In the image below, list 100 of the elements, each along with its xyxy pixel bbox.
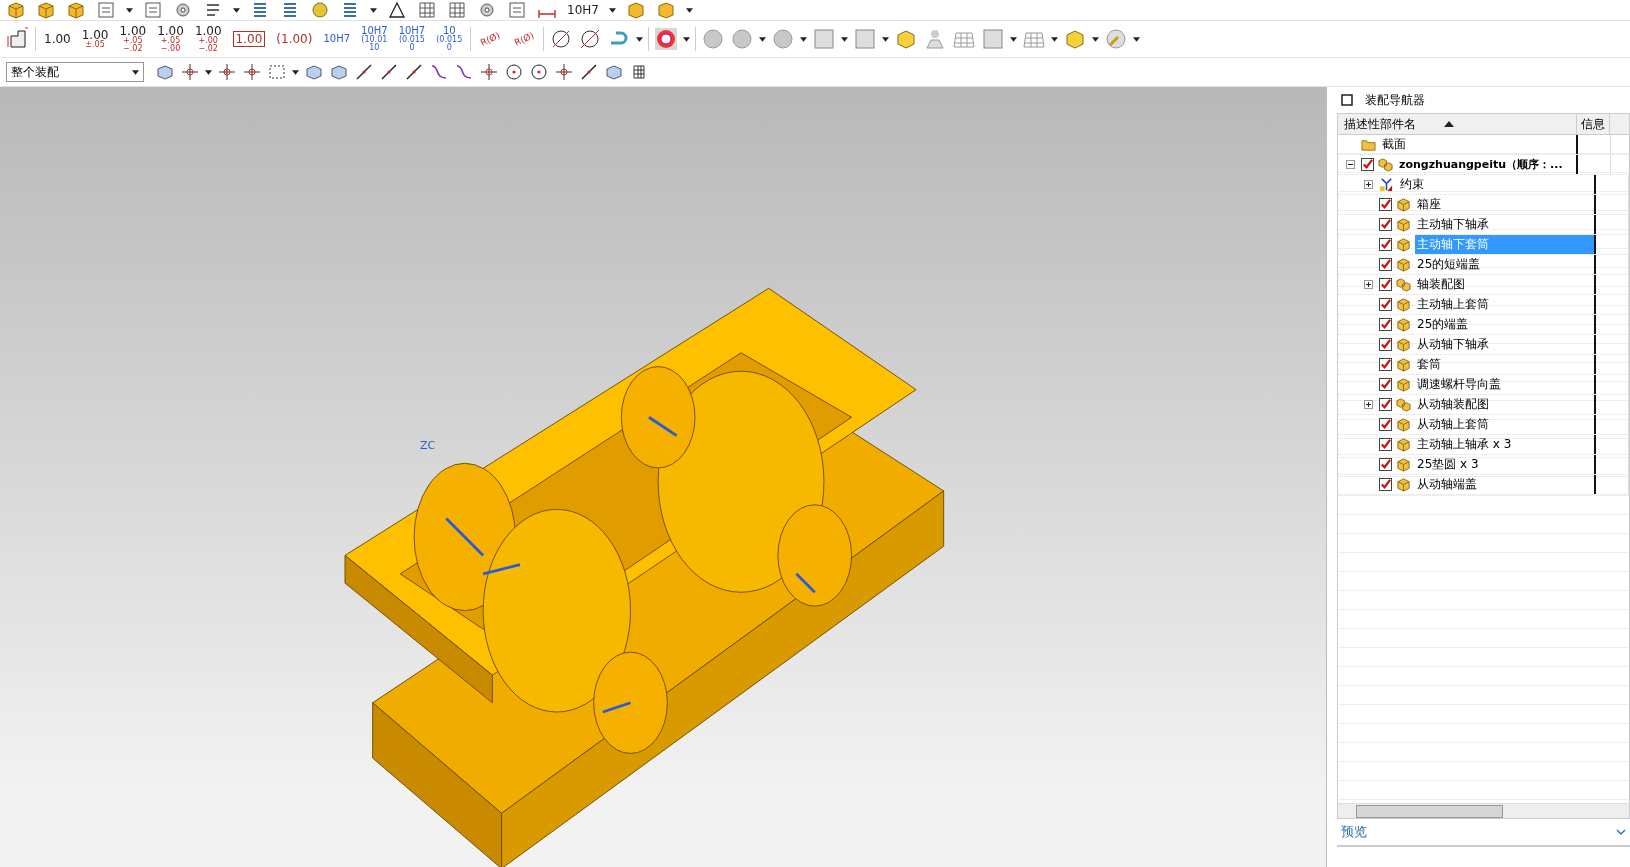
tree-item[interactable]: 约束 bbox=[1398, 175, 1426, 194]
tree-item[interactable]: 25垫圆 x 3 bbox=[1415, 455, 1481, 474]
radius-dimension-button[interactable]: R(Ø) bbox=[508, 28, 539, 50]
dimension-style-label[interactable]: 10H7 bbox=[567, 3, 599, 17]
curve-icon[interactable] bbox=[454, 62, 474, 82]
line-icon[interactable] bbox=[404, 62, 424, 82]
visibility-checkbox[interactable] bbox=[1379, 318, 1392, 331]
column-header[interactable]: 信息 bbox=[1577, 114, 1610, 134]
preview-section-header[interactable]: 预览 bbox=[1341, 823, 1367, 841]
sphere-icon[interactable] bbox=[701, 27, 725, 51]
tree-item[interactable]: 25的短端盖 bbox=[1415, 255, 1483, 274]
line-icon[interactable] bbox=[354, 62, 374, 82]
visibility-checkbox[interactable] bbox=[1379, 358, 1392, 371]
box-select-icon[interactable] bbox=[267, 62, 287, 82]
visibility-checkbox[interactable] bbox=[1379, 398, 1392, 411]
sphere-icon[interactable] bbox=[730, 27, 754, 51]
tolerance-style-button[interactable]: 10H7 (0.015 0 bbox=[395, 26, 429, 52]
dropdown-caret-icon[interactable] bbox=[683, 36, 690, 42]
line-icon[interactable] bbox=[379, 62, 399, 82]
diameter-icon[interactable] bbox=[578, 27, 602, 51]
expand-icon[interactable] bbox=[1364, 400, 1373, 409]
visibility-checkbox[interactable] bbox=[1379, 198, 1392, 211]
dropdown-caret-icon[interactable] bbox=[1010, 36, 1017, 42]
3d-viewport[interactable]: ZC bbox=[0, 87, 1326, 867]
tolerance-style-button[interactable]: 1.00 +.00 −.02 bbox=[191, 25, 225, 53]
tree-item[interactable]: 轴装配图 bbox=[1415, 275, 1467, 294]
radius-dimension-button[interactable]: R(Ø) bbox=[475, 28, 506, 50]
dropdown-caret-icon[interactable] bbox=[759, 36, 766, 42]
column-header[interactable]: 描述性部件名 bbox=[1338, 114, 1577, 134]
tolerance-style-button[interactable]: 10 (0.015 0 bbox=[433, 26, 466, 52]
visibility-checkbox[interactable] bbox=[1379, 478, 1392, 491]
visibility-checkbox[interactable] bbox=[1379, 338, 1392, 351]
visibility-checkbox[interactable] bbox=[1379, 418, 1392, 431]
dropdown-caret-icon[interactable] bbox=[882, 36, 889, 42]
tree-item[interactable]: 主动轴下轴承 bbox=[1415, 215, 1491, 234]
circle-icon[interactable] bbox=[504, 62, 524, 82]
crosshair-icon[interactable] bbox=[217, 62, 237, 82]
dropdown-caret-icon[interactable] bbox=[370, 7, 377, 13]
visibility-checkbox[interactable] bbox=[1379, 298, 1392, 311]
circle-icon[interactable] bbox=[529, 62, 549, 82]
dropdown-caret-icon[interactable] bbox=[841, 36, 848, 42]
visibility-checkbox[interactable] bbox=[1379, 238, 1392, 251]
tree-item[interactable]: 从动轴装配图 bbox=[1415, 395, 1491, 414]
diameter-icon[interactable] bbox=[549, 27, 573, 51]
dropdown-caret-icon[interactable] bbox=[292, 69, 299, 75]
grid-icon[interactable] bbox=[447, 0, 467, 20]
tolerance-style-button[interactable]: 10H7 (10.01 10 bbox=[358, 26, 391, 52]
sphere-icon[interactable] bbox=[771, 27, 795, 51]
expand-icon[interactable] bbox=[1364, 180, 1373, 189]
tree-item[interactable]: zongzhuangpeitu（顺序：... bbox=[1397, 156, 1565, 173]
tree-item[interactable]: 主动轴上套筒 bbox=[1415, 295, 1491, 314]
visibility-checkbox[interactable] bbox=[1379, 458, 1392, 471]
visibility-checkbox[interactable] bbox=[1379, 278, 1392, 291]
tree-item[interactable]: 箱座 bbox=[1415, 195, 1443, 214]
ring-icon[interactable] bbox=[654, 27, 678, 51]
tolerance-style-button[interactable]: 1.00 +.05 −.00 bbox=[154, 25, 187, 53]
window-icon[interactable] bbox=[1341, 94, 1353, 106]
tree-item[interactable]: 调速螺杆导向盖 bbox=[1415, 375, 1503, 394]
crosshair-icon[interactable] bbox=[554, 62, 574, 82]
horizontal-scrollbar[interactable] bbox=[1338, 803, 1629, 818]
expand-icon[interactable] bbox=[1364, 280, 1373, 289]
visibility-checkbox[interactable] bbox=[1379, 258, 1392, 271]
visibility-checkbox[interactable] bbox=[1379, 218, 1392, 231]
crosshair-icon[interactable] bbox=[180, 62, 200, 82]
dropdown-caret-icon[interactable] bbox=[685, 7, 693, 13]
dropdown-caret-icon[interactable] bbox=[800, 36, 807, 42]
crosshair-icon[interactable] bbox=[479, 62, 499, 82]
assembly-filter-dropdown[interactable]: 整个装配 bbox=[6, 62, 144, 82]
tolerance-style-button[interactable]: 1.00 +.05 −.02 bbox=[116, 25, 150, 53]
grid-icon[interactable] bbox=[417, 0, 437, 20]
triangle-icon[interactable] bbox=[387, 0, 407, 20]
dropdown-caret-icon[interactable] bbox=[233, 7, 240, 13]
tree-item[interactable]: 截面 bbox=[1380, 135, 1408, 154]
tree-item[interactable]: 主动轴上轴承 x 3 bbox=[1415, 435, 1514, 454]
sort-ascending-icon[interactable] bbox=[1444, 121, 1454, 127]
crosshair-icon[interactable] bbox=[242, 62, 262, 82]
dropdown-caret-icon[interactable] bbox=[1092, 36, 1099, 42]
chevron-down-icon[interactable] bbox=[1616, 829, 1626, 835]
dimension-icon[interactable] bbox=[6, 27, 30, 51]
dropdown-caret-icon[interactable] bbox=[205, 69, 212, 75]
tree-item[interactable]: 从动轴端盖 bbox=[1415, 475, 1479, 494]
dropdown-caret-icon[interactable] bbox=[636, 36, 643, 42]
dropdown-caret-icon[interactable] bbox=[1051, 36, 1058, 42]
visibility-checkbox[interactable] bbox=[1361, 158, 1374, 171]
tree-item[interactable]: 25的端盖 bbox=[1415, 315, 1471, 334]
tolerance-style-button[interactable]: 10H7 bbox=[320, 34, 353, 44]
tree-item[interactable]: 从动轴下轴承 bbox=[1415, 335, 1491, 354]
dropdown-caret-icon[interactable] bbox=[1133, 36, 1140, 42]
tolerance-style-button[interactable]: (1.00) bbox=[273, 33, 316, 45]
tolerance-style-button[interactable]: 1.00 bbox=[41, 33, 74, 45]
dropdown-caret-icon[interactable] bbox=[608, 7, 616, 13]
visibility-checkbox[interactable] bbox=[1379, 438, 1392, 451]
line-icon[interactable] bbox=[579, 62, 599, 82]
curve-icon[interactable] bbox=[429, 62, 449, 82]
tree-item[interactable]: 从动轴上套筒 bbox=[1415, 415, 1491, 434]
tolerance-style-button[interactable]: 1.00 ±.05 bbox=[78, 29, 112, 49]
tree-item[interactable]: 套筒 bbox=[1415, 355, 1443, 374]
collapse-icon[interactable] bbox=[1346, 160, 1355, 169]
visibility-checkbox[interactable] bbox=[1379, 378, 1392, 391]
dropdown-caret-icon[interactable] bbox=[126, 7, 133, 13]
